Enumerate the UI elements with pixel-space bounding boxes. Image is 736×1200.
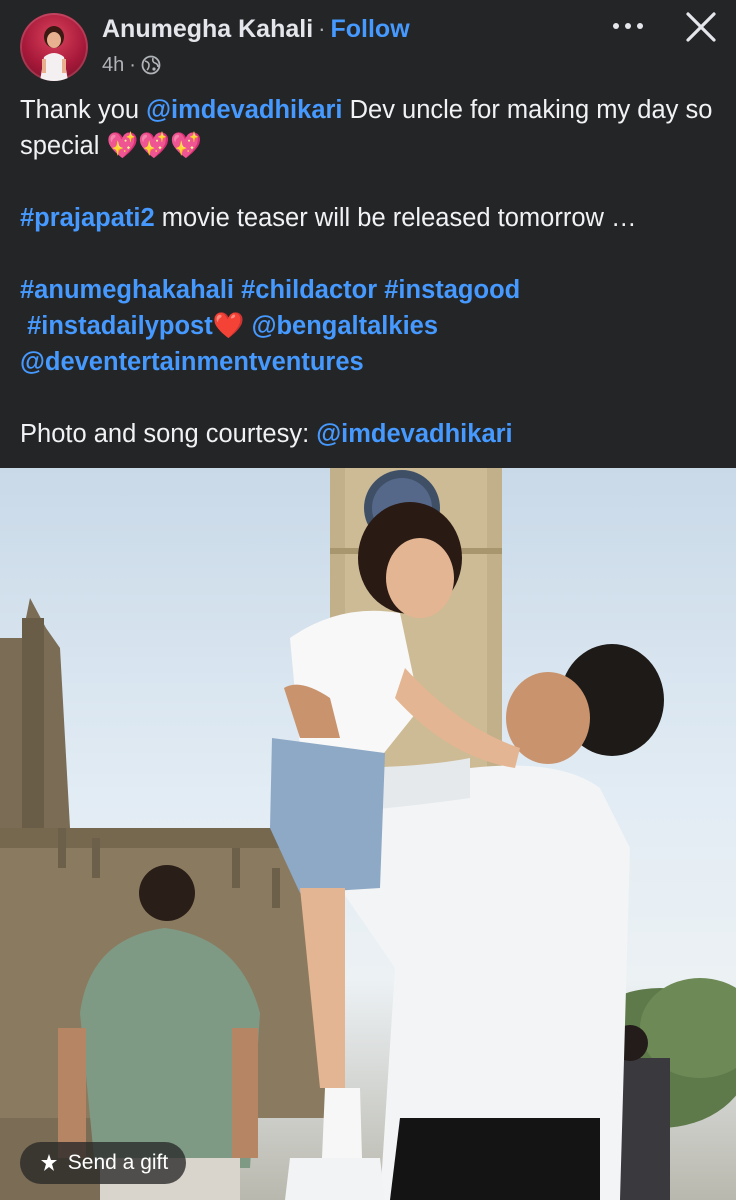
mention-imdevadhikari-credit[interactable]: @imdevadhikari: [316, 420, 512, 448]
caption-text: movie teaser will be released tomorrow …: [154, 204, 637, 232]
post-header: Anumegha Kahali · Follow 4h ·: [0, 0, 736, 88]
caption-line-tags: #anumeghakahali #childactor #instagood #…: [20, 272, 720, 380]
name-separator: ·: [318, 16, 326, 41]
mention-imdevadhikari[interactable]: @imdevadhikari: [146, 96, 342, 124]
hashtag-prajapati2[interactable]: #prajapati2: [20, 204, 155, 232]
caption-line-thanks: Thank you @imdevadhikari Dev uncle for m…: [20, 92, 720, 164]
heart-emoji: ❤️: [212, 312, 245, 340]
post-photo[interactable]: [0, 468, 736, 1200]
hashtag-instagood[interactable]: #instagood: [384, 276, 520, 304]
photo-illustration: [0, 468, 736, 1200]
mention-bengaltalkies[interactable]: @bengaltalkies: [252, 312, 438, 340]
author-line: Anumegha Kahali · Follow: [102, 12, 410, 46]
author-name[interactable]: Anumegha Kahali: [102, 15, 313, 44]
globe-icon: [141, 55, 161, 75]
post-time[interactable]: 4h: [102, 54, 124, 77]
hashtag-childactor[interactable]: #childactor: [241, 276, 377, 304]
mention-deventertainmentventures[interactable]: @deventertainmentventures: [20, 348, 364, 376]
gift-icon: [40, 1154, 57, 1171]
post-meta: 4h ·: [102, 52, 161, 78]
caption-text: Thank you: [20, 96, 147, 124]
hashtag-anumeghakahali[interactable]: #anumeghakahali: [20, 276, 234, 304]
meta-separator: ·: [129, 53, 136, 76]
send-gift-label: Send a gift: [67, 1151, 169, 1174]
post-caption: Thank you @imdevadhikari Dev uncle for m…: [20, 92, 720, 452]
hashtag-instadailypost[interactable]: #instadailypost: [27, 312, 213, 340]
more-horizontal-icon[interactable]: [606, 12, 650, 40]
send-gift-button[interactable]: Send a gift: [20, 1142, 186, 1184]
caption-line-teaser: #prajapati2 movie teaser will be release…: [20, 200, 720, 236]
caption-text: Photo and song courtesy:: [20, 420, 317, 448]
caption-line-credit: Photo and song courtesy: @imdevadhikari: [20, 416, 720, 452]
avatar[interactable]: [20, 13, 88, 81]
follow-button[interactable]: Follow: [330, 15, 409, 44]
close-icon[interactable]: [680, 8, 722, 48]
